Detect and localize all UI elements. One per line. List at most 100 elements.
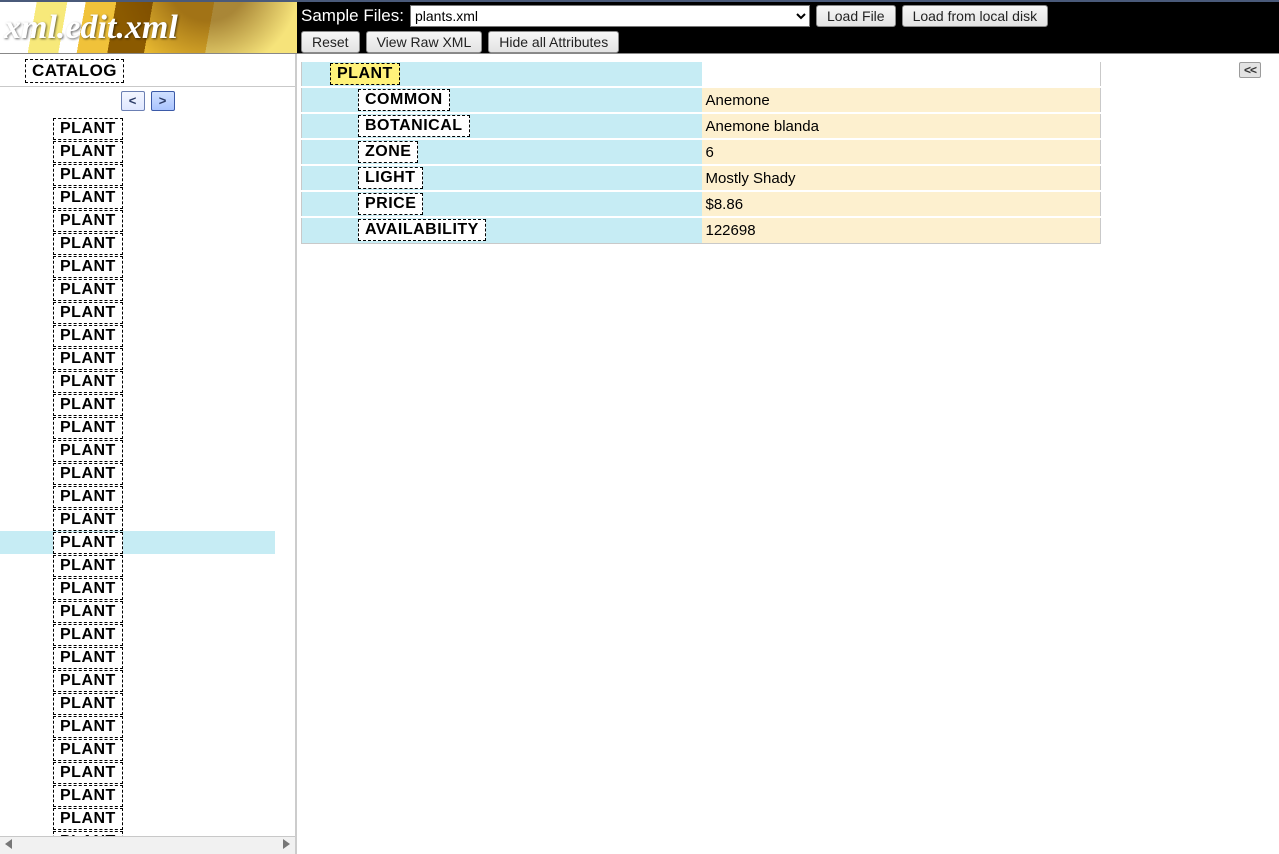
list-item-tag: PLANT [53, 808, 123, 830]
list-item[interactable]: PLANT [0, 531, 275, 554]
detail-key-tag: BOTANICAL [358, 115, 470, 137]
collapse-button[interactable]: << [1239, 62, 1261, 78]
app-logo: xml.edit.xml [4, 9, 178, 47]
list-item-tag: PLANT [53, 578, 123, 600]
list-item-tag: PLANT [53, 670, 123, 692]
list-item[interactable]: PLANT [53, 577, 275, 600]
sample-files-label: Sample Files: [301, 6, 404, 26]
root-tag: CATALOG [25, 59, 124, 83]
next-button[interactable]: > [151, 91, 175, 111]
horizontal-scrollbar[interactable] [0, 836, 295, 854]
detail-key-cell[interactable]: LIGHT [302, 165, 702, 191]
list-item[interactable]: PLANT [53, 439, 275, 462]
list-item[interactable]: PLANT [53, 278, 275, 301]
list-item[interactable]: PLANT [53, 646, 275, 669]
list-item-tag: PLANT [53, 256, 123, 278]
detail-value-cell[interactable]: 6 [702, 139, 1101, 165]
list-item[interactable]: PLANT [53, 186, 275, 209]
list-item-tag: PLANT [53, 647, 123, 669]
list-item-tag: PLANT [53, 348, 123, 370]
list-item-tag: PLANT [53, 693, 123, 715]
reset-button[interactable]: Reset [301, 31, 360, 53]
detail-title-value [702, 61, 1101, 87]
detail-key-cell[interactable]: AVAILABILITY [302, 217, 702, 243]
hide-attributes-button[interactable]: Hide all Attributes [488, 31, 619, 53]
toolbar-row-1: Sample Files: plants.xml Load File Load … [301, 5, 1275, 27]
list-item-tag: PLANT [53, 509, 123, 531]
toolbar-row-2: Reset View Raw XML Hide all Attributes [301, 31, 1275, 53]
detail-title-tag: PLANT [330, 63, 400, 85]
prev-button[interactable]: < [121, 91, 145, 111]
nav-row: < > [0, 86, 295, 115]
detail-key-tag: PRICE [358, 193, 423, 215]
list-item[interactable]: PLANT [53, 692, 275, 715]
list-item[interactable]: PLANT [53, 508, 275, 531]
list-item-tag: PLANT [53, 555, 123, 577]
view-raw-xml-button[interactable]: View Raw XML [366, 31, 483, 53]
list-item[interactable]: PLANT [53, 232, 275, 255]
root-tag-row[interactable]: CATALOG [0, 54, 295, 86]
detail-key-tag: LIGHT [358, 167, 423, 189]
list-item-tag: PLANT [53, 302, 123, 324]
load-local-button[interactable]: Load from local disk [902, 5, 1049, 27]
list-item-tag: PLANT [53, 233, 123, 255]
sample-file-select[interactable]: plants.xml [410, 5, 810, 27]
list-item[interactable]: PLANT [53, 807, 275, 830]
list-item-tag: PLANT [53, 762, 123, 784]
detail-value-cell[interactable]: Anemone [702, 87, 1101, 113]
detail-key-cell[interactable]: BOTANICAL [302, 113, 702, 139]
detail-value-cell[interactable]: $8.86 [702, 191, 1101, 217]
list-wrap: PLANTPLANTPLANTPLANTPLANTPLANTPLANTPLANT… [0, 115, 295, 836]
element-list[interactable]: PLANTPLANTPLANTPLANTPLANTPLANTPLANTPLANT… [0, 115, 275, 836]
list-item-tag: PLANT [53, 417, 123, 439]
list-item[interactable]: PLANT [53, 370, 275, 393]
detail-key-cell[interactable]: PRICE [302, 191, 702, 217]
list-item-tag: PLANT [53, 394, 123, 416]
list-item[interactable]: PLANT [53, 301, 275, 324]
list-item-tag: PLANT [53, 486, 123, 508]
list-item[interactable]: PLANT [53, 485, 275, 508]
list-item[interactable]: PLANT [53, 623, 275, 646]
detail-title-cell[interactable]: PLANT [302, 61, 702, 87]
list-item[interactable]: PLANT [53, 738, 275, 761]
detail-value-cell[interactable]: Mostly Shady [702, 165, 1101, 191]
top-bar: xml.edit.xml Sample Files: plants.xml Lo… [0, 0, 1279, 54]
detail-value-cell[interactable]: 122698 [702, 217, 1101, 243]
list-item[interactable]: PLANT [53, 117, 275, 140]
list-item-tag: PLANT [53, 187, 123, 209]
list-item[interactable]: PLANT [53, 163, 275, 186]
logo-area: xml.edit.xml [0, 2, 297, 53]
list-item-tag: PLANT [53, 601, 123, 623]
list-item[interactable]: PLANT [53, 784, 275, 807]
detail-pane: << PLANTCOMMONAnemone BOTANICAL Anemone bl… [297, 54, 1279, 854]
list-item-tag: PLANT [53, 624, 123, 646]
list-item[interactable]: PLANT [53, 140, 275, 163]
list-item[interactable]: PLANT [53, 255, 275, 278]
list-item-tag: PLANT [53, 325, 123, 347]
main-area: CATALOG < > PLANTPLANTPLANTPLANTPLANTPLA… [0, 54, 1279, 854]
detail-key-tag: AVAILABILITY [358, 219, 486, 241]
list-item[interactable]: PLANT [53, 715, 275, 738]
list-item-tag: PLANT [53, 118, 123, 140]
detail-key-cell[interactable]: COMMON [302, 87, 702, 113]
detail-key-cell[interactable]: ZONE [302, 139, 702, 165]
detail-value-cell[interactable]: Anemone blanda [702, 113, 1101, 139]
list-item[interactable]: PLANT [53, 209, 275, 232]
list-item[interactable]: PLANT [53, 761, 275, 784]
list-item[interactable]: PLANT [53, 554, 275, 577]
list-item[interactable]: PLANT [53, 416, 275, 439]
list-item[interactable]: PLANT [53, 324, 275, 347]
load-file-button[interactable]: Load File [816, 5, 896, 27]
list-item[interactable]: PLANT [53, 393, 275, 416]
left-pane: CATALOG < > PLANTPLANTPLANTPLANTPLANTPLA… [0, 54, 297, 854]
list-item[interactable]: PLANT [53, 347, 275, 370]
list-item-tag: PLANT [53, 440, 123, 462]
list-item-tag: PLANT [53, 532, 123, 554]
list-item-tag: PLANT [53, 371, 123, 393]
list-item-tag: PLANT [53, 141, 123, 163]
list-item[interactable]: PLANT [53, 600, 275, 623]
list-item[interactable]: PLANT [53, 669, 275, 692]
list-item-tag: PLANT [53, 716, 123, 738]
list-item-tag: PLANT [53, 210, 123, 232]
list-item[interactable]: PLANT [53, 462, 275, 485]
